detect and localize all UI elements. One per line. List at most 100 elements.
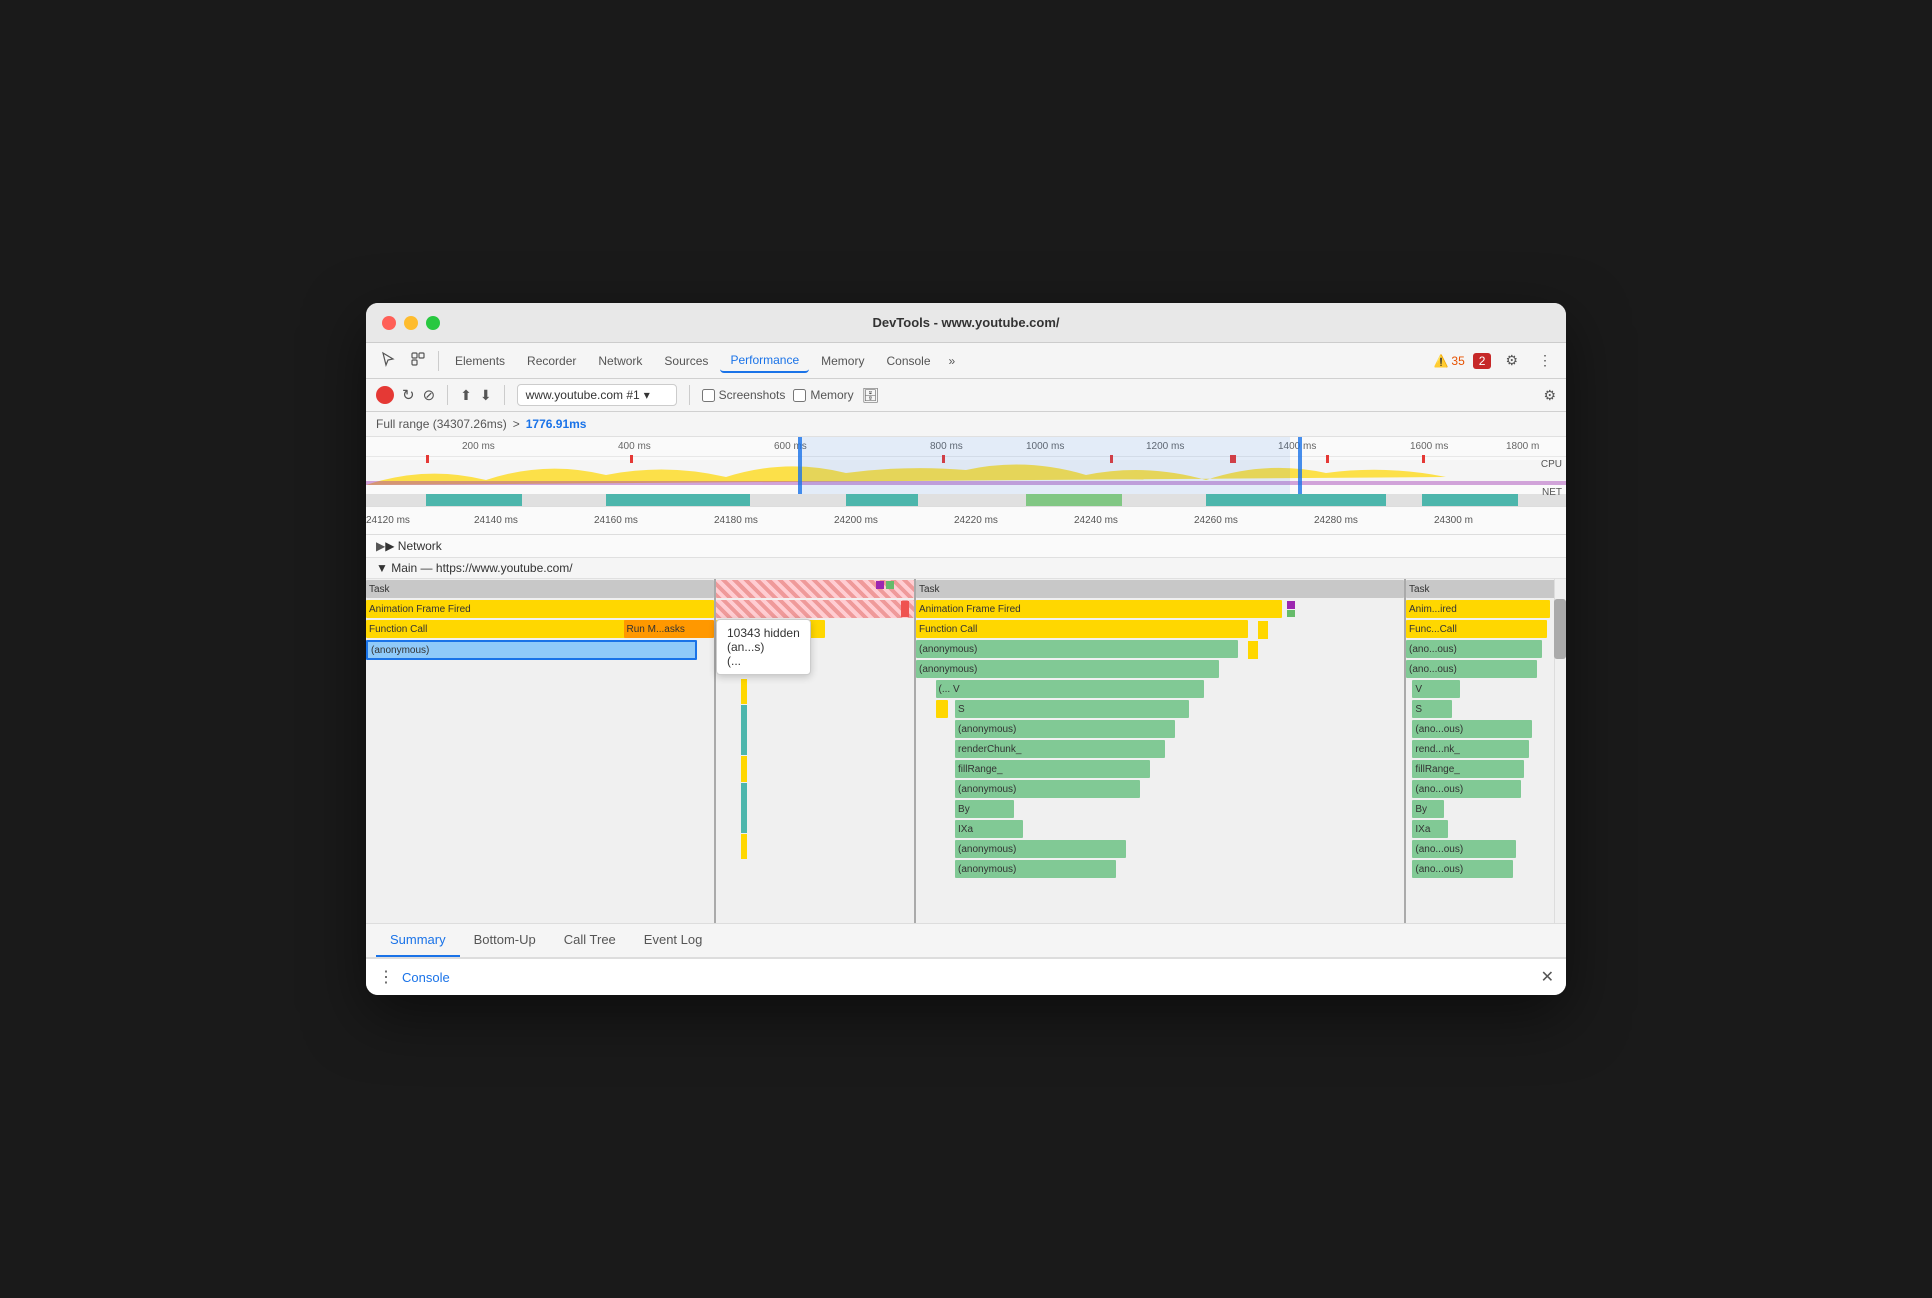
row-empty-6 bbox=[366, 761, 714, 781]
perf-settings-icon[interactable]: ⚙ bbox=[1543, 387, 1556, 404]
r1-anon4[interactable]: (anonymous) bbox=[955, 780, 1140, 798]
tab-console[interactable]: Console bbox=[876, 350, 940, 372]
fr-anon1[interactable]: (ano...ous) bbox=[1406, 640, 1542, 658]
selected-range: 1776.91ms bbox=[526, 417, 587, 431]
row-empty-7 bbox=[366, 781, 714, 801]
network-expand-icon: ▶ bbox=[376, 539, 385, 553]
fr-anon5[interactable]: (ano...ous) bbox=[1412, 840, 1516, 858]
fr-row-anim: Anim...ired bbox=[1406, 599, 1566, 619]
net-bar bbox=[366, 494, 1566, 506]
maximize-button[interactable] bbox=[426, 316, 440, 330]
scrollbar-thumb[interactable] bbox=[1554, 599, 1566, 659]
r1-fillrange[interactable]: fillRange_ bbox=[955, 760, 1150, 778]
url-selector[interactable]: www.youtube.com #1 ▾ bbox=[517, 384, 677, 406]
fr-anon3[interactable]: (ano...ous) bbox=[1412, 720, 1532, 738]
close-button[interactable] bbox=[382, 316, 396, 330]
fr-anon4[interactable]: (ano...ous) bbox=[1412, 780, 1521, 798]
tab-summary[interactable]: Summary bbox=[376, 924, 460, 957]
flame-section-far-right: Task Anim...ired Func...Call (ano...ous)… bbox=[1406, 579, 1566, 923]
console-dots[interactable]: ⋮ bbox=[378, 967, 394, 987]
tab-element-picker[interactable] bbox=[404, 347, 432, 374]
tab-cursor[interactable] bbox=[374, 347, 402, 374]
toolbar-separator-1 bbox=[438, 351, 439, 371]
fr-by[interactable]: By bbox=[1412, 800, 1444, 818]
tab-bottom-up[interactable]: Bottom-Up bbox=[460, 924, 550, 957]
fr-rend[interactable]: rend...nk_ bbox=[1412, 740, 1529, 758]
memory-checkbox[interactable] bbox=[793, 389, 806, 402]
fr-task[interactable]: Task bbox=[1406, 580, 1566, 598]
settings-icon[interactable]: ⚙ bbox=[1499, 350, 1524, 371]
fr-anon6[interactable]: (ano...ous) bbox=[1412, 860, 1513, 878]
fr-row-rend: rend...nk_ bbox=[1406, 739, 1566, 759]
console-label[interactable]: Console bbox=[402, 970, 450, 985]
cs-teal-1 bbox=[741, 705, 747, 755]
run-microtasks-block[interactable]: Run M...asks bbox=[624, 620, 714, 638]
purple-marker bbox=[876, 581, 884, 589]
tab-performance[interactable]: Performance bbox=[720, 349, 809, 373]
hatch-block-2 bbox=[716, 600, 914, 618]
fr-fill[interactable]: fillRange_ bbox=[1412, 760, 1524, 778]
screenshots-checkbox-label[interactable]: Screenshots bbox=[702, 388, 786, 402]
tab-elements[interactable]: Elements bbox=[445, 350, 515, 372]
memory-checkbox-label[interactable]: Memory bbox=[793, 388, 853, 402]
net-segment-6 bbox=[1422, 494, 1518, 506]
r1-ym2 bbox=[1248, 641, 1258, 659]
fr-func[interactable]: Func...Call bbox=[1406, 620, 1547, 638]
tab-event-log[interactable]: Event Log bbox=[630, 924, 717, 957]
flame-chart-wrapper[interactable]: Task Animation Frame Fired Function Call… bbox=[366, 579, 1566, 924]
upload-button[interactable]: ⬆ bbox=[460, 387, 472, 404]
network-row[interactable]: ▶ ▶ Network bbox=[366, 535, 1566, 558]
fr-s[interactable]: S bbox=[1412, 700, 1452, 718]
fr-v[interactable]: V bbox=[1412, 680, 1460, 698]
download-button[interactable]: ⬇ bbox=[480, 387, 492, 404]
detail-ruler: 24120 ms 24140 ms 24160 ms 24180 ms 2420… bbox=[366, 507, 1566, 535]
r1-animation[interactable]: Animation Frame Fired bbox=[916, 600, 1282, 618]
fr-ixa[interactable]: IXa bbox=[1412, 820, 1447, 838]
r1-row-anon5: (anonymous) bbox=[916, 839, 1404, 859]
bottom-tabs: Summary Bottom-Up Call Tree Event Log bbox=[366, 924, 1566, 958]
clear-button[interactable]: ⊘ bbox=[423, 386, 436, 404]
r1-anon1[interactable]: (anonymous) bbox=[916, 640, 1238, 658]
r1-row-ixa: IXa bbox=[916, 819, 1404, 839]
fr-row-anon6: (ano...ous) bbox=[1406, 859, 1566, 879]
screenshots-checkbox[interactable] bbox=[702, 389, 715, 402]
reload-button[interactable]: ↻ bbox=[402, 386, 415, 404]
r1-anon6[interactable]: (anonymous) bbox=[955, 860, 1116, 878]
tab-network[interactable]: Network bbox=[588, 350, 652, 372]
anonymous-block[interactable]: (anonymous) bbox=[366, 640, 697, 660]
r1-ixa[interactable]: IXa bbox=[955, 820, 1023, 838]
r1-by[interactable]: By bbox=[955, 800, 1014, 818]
fr-anim[interactable]: Anim...ired bbox=[1406, 600, 1550, 618]
record-button[interactable] bbox=[376, 386, 394, 404]
more-options-icon[interactable]: ⋮ bbox=[1532, 350, 1558, 371]
r1-row-anon4: (anonymous) bbox=[916, 779, 1404, 799]
r1-anon3[interactable]: (anonymous) bbox=[955, 720, 1175, 738]
tab-recorder[interactable]: Recorder bbox=[517, 350, 586, 372]
timeline-overview[interactable]: 200 ms 400 ms 600 ms 800 ms 1000 ms 1200… bbox=[366, 437, 1566, 507]
tab-memory[interactable]: Memory bbox=[811, 350, 874, 372]
r1-task[interactable]: Task bbox=[916, 580, 1404, 598]
console-close-button[interactable]: ✕ bbox=[1541, 967, 1554, 987]
r1-function-call[interactable]: Function Call bbox=[916, 620, 1248, 638]
animation-frame-block[interactable]: Animation Frame Fired bbox=[366, 600, 714, 618]
title-bar: DevTools - www.youtube.com/ bbox=[366, 303, 1566, 343]
cs-teal-2 bbox=[741, 783, 747, 833]
more-tabs-button[interactable]: » bbox=[943, 350, 962, 372]
r1-row-anon2: (anonymous) bbox=[916, 659, 1404, 679]
tab-call-tree[interactable]: Call Tree bbox=[550, 924, 630, 957]
r1-renderchunk[interactable]: renderChunk_ bbox=[955, 740, 1165, 758]
r1-s-block[interactable]: S bbox=[955, 700, 1189, 718]
storage-button[interactable]: 🗄 bbox=[862, 387, 880, 404]
fr-row-func: Func...Call bbox=[1406, 619, 1566, 639]
r1-anon5[interactable]: (anonymous) bbox=[955, 840, 1126, 858]
row-empty-5 bbox=[366, 741, 714, 761]
r1-v-block[interactable]: (... V bbox=[936, 680, 1204, 698]
fr-anon2[interactable]: (ano...ous) bbox=[1406, 660, 1537, 678]
detail-tick-6: 24240 ms bbox=[1074, 515, 1118, 526]
task-block-1[interactable]: Task bbox=[366, 580, 714, 598]
tooltip: 10343 hidden (an...s) (... bbox=[716, 619, 811, 675]
minimize-button[interactable] bbox=[404, 316, 418, 330]
r1-anon2[interactable]: (anonymous) bbox=[916, 660, 1219, 678]
scrollbar-track[interactable] bbox=[1554, 579, 1566, 923]
tab-sources[interactable]: Sources bbox=[654, 350, 718, 372]
